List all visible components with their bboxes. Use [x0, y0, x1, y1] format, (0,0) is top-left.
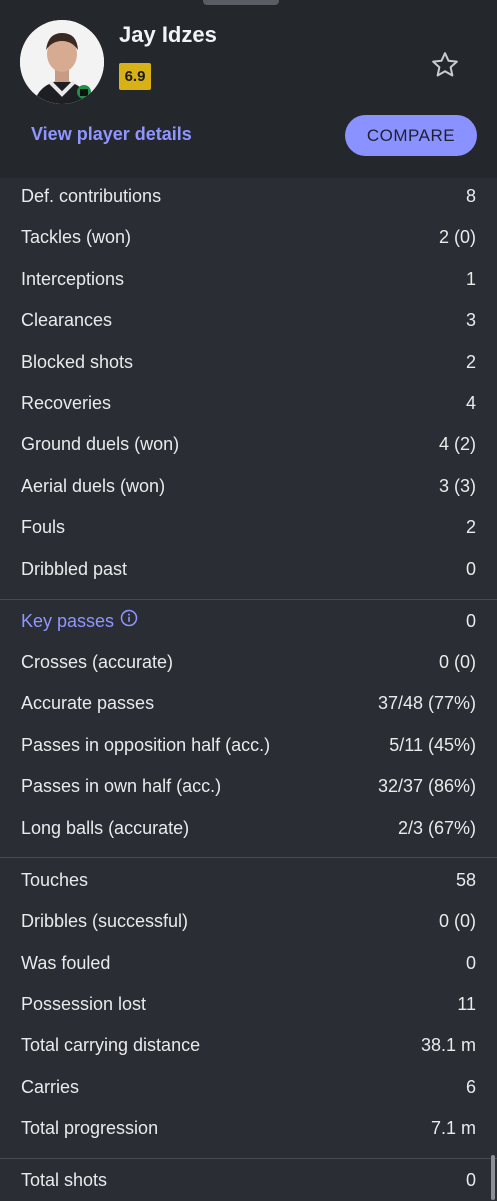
stat-row-crosses: Crosses (accurate) 0 (0)	[0, 643, 497, 683]
stat-label: Crosses (accurate)	[21, 652, 174, 672]
stat-label: Possession lost	[21, 994, 147, 1014]
stat-label: Fouls	[21, 517, 66, 537]
stat-value: 2/3 (67%)	[397, 818, 476, 838]
scrollbar[interactable]	[491, 1155, 495, 1200]
avatar	[20, 20, 104, 104]
stat-row-total-shots: Total shots 0	[0, 1161, 497, 1201]
stat-value: 6	[465, 1077, 476, 1097]
stat-label: Accurate passes	[21, 693, 155, 713]
stat-value: 0	[465, 611, 476, 631]
stat-value: 37/48 (77%)	[377, 693, 476, 713]
stat-value: 7.1 m	[430, 1118, 476, 1138]
stat-row-carrying-distance: Total carrying distance 38.1 m	[0, 1026, 497, 1066]
stat-value: 38.1 m	[420, 1035, 476, 1055]
stat-label: Passes in opposition half (acc.)	[21, 735, 271, 755]
stat-label: Aerial duels (won)	[21, 476, 166, 496]
stat-row-dribbles: Dribbles (successful) 0 (0)	[0, 902, 497, 942]
rating-badge: 6.9	[119, 63, 151, 90]
stat-label: Blocked shots	[21, 352, 134, 372]
stat-row-carries: Carries 6	[0, 1068, 497, 1108]
stat-row-accurate-passes: Accurate passes 37/48 (77%)	[0, 684, 497, 724]
player-header: Jay Idzes 6.9 View player details COMPAR…	[0, 0, 497, 178]
stat-label: Tackles (won)	[21, 227, 132, 247]
stat-row-passes-opposition-half: Passes in opposition half (acc.) 5/11 (4…	[0, 726, 497, 766]
stat-row-def-contributions: Def. contributions 8	[0, 177, 497, 217]
stat-label: Total carrying distance	[21, 1035, 201, 1055]
stat-row-total-progression: Total progression 7.1 m	[0, 1109, 497, 1149]
section-divider	[0, 599, 497, 600]
stat-label: Passes in own half (acc.)	[21, 776, 222, 796]
stat-label: Key passes	[21, 611, 115, 631]
stat-row-recoveries: Recoveries 4	[0, 384, 497, 424]
stat-row-key-passes[interactable]: Key passes 0	[0, 602, 497, 642]
stat-value: 0	[465, 953, 476, 973]
stat-value: 8	[465, 186, 476, 206]
star-outline-icon[interactable]	[430, 50, 460, 80]
stat-label: Long balls (accurate)	[21, 818, 190, 838]
stat-row-interceptions: Interceptions 1	[0, 260, 497, 300]
stat-row-passes-own-half: Passes in own half (acc.) 32/37 (86%)	[0, 767, 497, 807]
stat-value: 2 (0)	[438, 227, 476, 247]
stat-value: 2	[465, 352, 476, 372]
stat-row-ground-duels: Ground duels (won) 4 (2)	[0, 425, 497, 465]
stat-label: Was fouled	[21, 953, 111, 973]
compare-button[interactable]: COMPARE	[345, 115, 477, 156]
stat-row-clearances: Clearances 3	[0, 301, 497, 341]
stat-row-was-fouled: Was fouled 0	[0, 944, 497, 984]
stat-row-aerial-duels: Aerial duels (won) 3 (3)	[0, 467, 497, 507]
section-divider	[0, 857, 497, 858]
stat-value: 0 (0)	[438, 911, 476, 931]
stat-label: Touches	[21, 870, 89, 890]
stat-value: 0 (0)	[438, 652, 476, 672]
stat-label: Clearances	[21, 310, 113, 330]
drag-handle[interactable]	[203, 0, 279, 5]
stat-value: 5/11 (45%)	[389, 735, 476, 755]
stat-label: Dribbled past	[21, 559, 128, 579]
view-player-details-link[interactable]: View player details	[31, 124, 192, 145]
stat-value: 0	[465, 1170, 476, 1190]
player-name: Jay Idzes	[119, 22, 217, 47]
stat-label: Total shots	[21, 1170, 108, 1190]
stat-value: 32/37 (86%)	[377, 776, 476, 796]
stat-value: 2	[465, 517, 476, 537]
stat-label: Def. contributions	[21, 186, 162, 206]
stat-label: Ground duels (won)	[21, 434, 180, 454]
section-divider	[0, 1158, 497, 1159]
stat-row-touches: Touches 58	[0, 861, 497, 901]
key-passes-label[interactable]: Key passes	[21, 609, 138, 632]
stat-row-fouls: Fouls 2	[0, 508, 497, 548]
stat-value: 0	[465, 559, 476, 579]
stat-value: 1	[465, 269, 476, 289]
stat-row-possession-lost: Possession lost 11	[0, 985, 497, 1025]
stat-label: Dribbles (successful)	[21, 911, 189, 931]
stat-value: 4	[465, 393, 476, 413]
stat-label: Recoveries	[21, 393, 112, 413]
stat-value: 3 (3)	[438, 476, 476, 496]
stat-label: Carries	[21, 1077, 80, 1097]
stat-row-blocked-shots: Blocked shots 2	[0, 343, 497, 383]
stat-row-dribbled-past: Dribbled past 0	[0, 550, 497, 590]
stat-value: 4 (2)	[438, 434, 476, 454]
stat-value: 58	[455, 870, 476, 890]
stat-label: Interceptions	[21, 269, 125, 289]
stat-row-tackles: Tackles (won) 2 (0)	[0, 218, 497, 258]
stat-label: Total progression	[21, 1118, 159, 1138]
info-icon[interactable]	[120, 609, 138, 632]
stat-value: 3	[465, 310, 476, 330]
stat-value: 11	[457, 994, 476, 1014]
stat-row-long-balls: Long balls (accurate) 2/3 (67%)	[0, 809, 497, 849]
